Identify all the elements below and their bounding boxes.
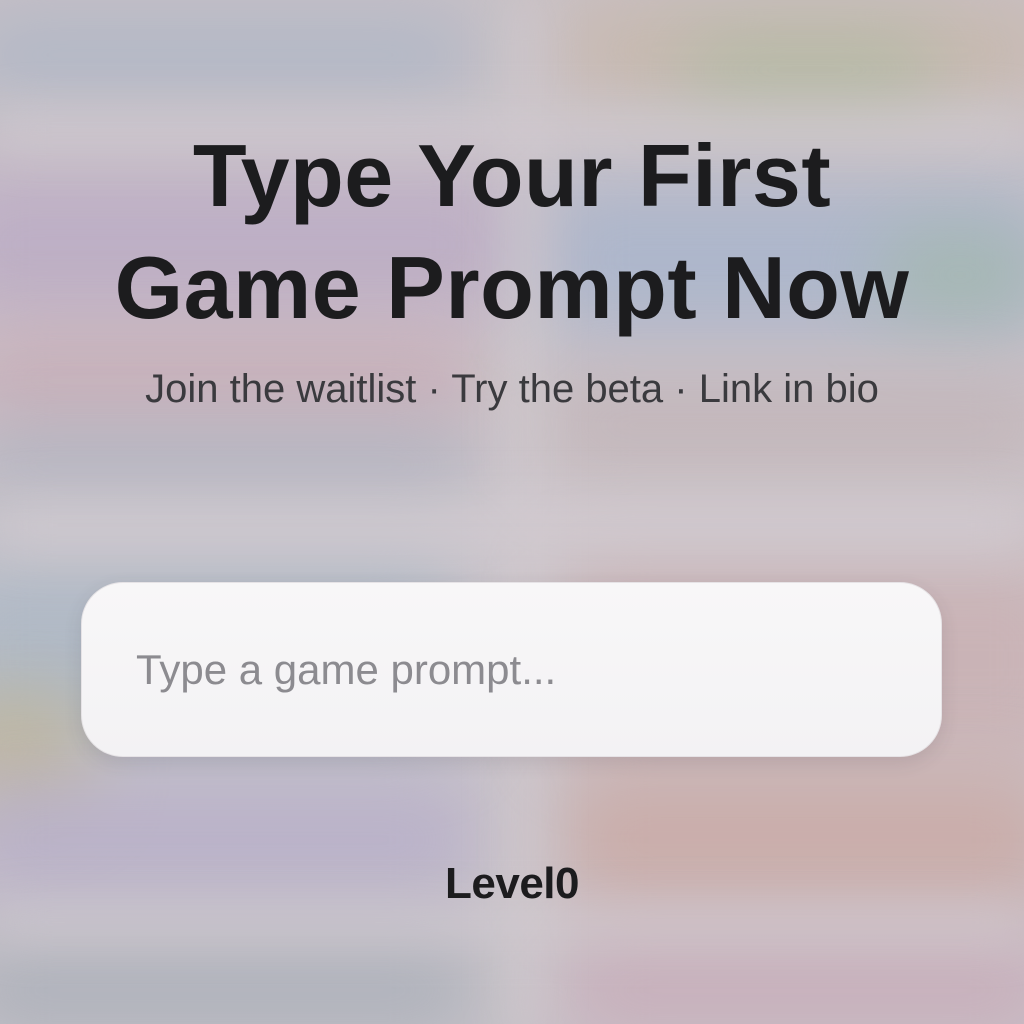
main-content: Type Your First Game Prompt Now Join the… bbox=[0, 0, 1024, 1024]
prompt-input-container[interactable] bbox=[81, 582, 942, 757]
game-prompt-input[interactable] bbox=[136, 639, 896, 700]
page-title: Type Your First Game Prompt Now bbox=[0, 120, 1024, 344]
page-title-line-1: Type Your First bbox=[192, 126, 832, 225]
brand-logo-text: Level0 bbox=[445, 859, 579, 908]
page-title-line-2: Game Prompt Now bbox=[114, 238, 910, 337]
subtitle: Join the waitlist · Try the beta · Link … bbox=[145, 367, 879, 411]
